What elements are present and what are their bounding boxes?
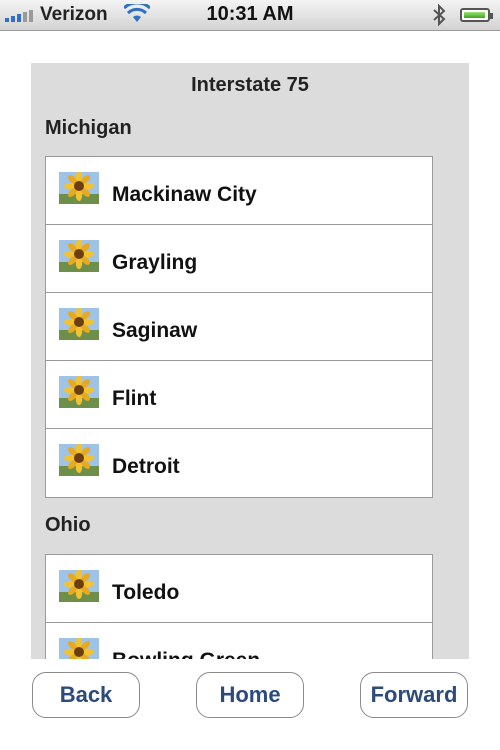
sunflower-icon [59, 376, 99, 408]
list-item[interactable]: Toledo [46, 555, 432, 623]
content-panel: Interstate 75 Michigan Mackinaw City Gra… [31, 63, 469, 659]
back-button[interactable]: Back [32, 672, 140, 718]
list-ohio: Toledo Bowling Green [45, 554, 433, 659]
forward-button[interactable]: Forward [360, 672, 468, 718]
list-item[interactable]: Mackinaw City [46, 157, 432, 225]
section-title-ohio: Ohio [45, 514, 91, 536]
list-item[interactable]: Flint [46, 361, 432, 429]
list-item-label: Detroit [112, 455, 180, 478]
list-item[interactable]: Grayling [46, 225, 432, 293]
list-item-label: Saginaw [112, 319, 198, 342]
list-item[interactable]: Detroit [46, 429, 432, 497]
list-item[interactable]: Bowling Green [46, 623, 432, 659]
sunflower-icon [59, 308, 99, 340]
sunflower-icon [59, 172, 99, 204]
list-item-label: Flint [112, 387, 157, 410]
list-item-label: Mackinaw City [112, 183, 257, 206]
sunflower-icon [59, 570, 99, 602]
battery-icon [460, 8, 493, 22]
section-title-michigan: Michigan [45, 117, 132, 139]
status-bar: Verizon 10:31 AM [0, 0, 500, 31]
home-button[interactable]: Home [196, 672, 304, 718]
sunflower-icon [59, 444, 99, 476]
list-item-label: Grayling [112, 251, 198, 274]
list-michigan: Mackinaw City Grayling Saginaw Flint Det… [45, 156, 433, 498]
bluetooth-icon [433, 4, 446, 26]
status-time: 10:31 AM [206, 3, 294, 25]
list-item-label: Bowling Green [112, 623, 260, 659]
page-title: Interstate 75 [191, 74, 309, 96]
list-item[interactable]: Saginaw [46, 293, 432, 361]
sunflower-icon [59, 240, 99, 272]
list-item-label: Toledo [112, 581, 180, 604]
sunflower-icon [59, 638, 99, 659]
